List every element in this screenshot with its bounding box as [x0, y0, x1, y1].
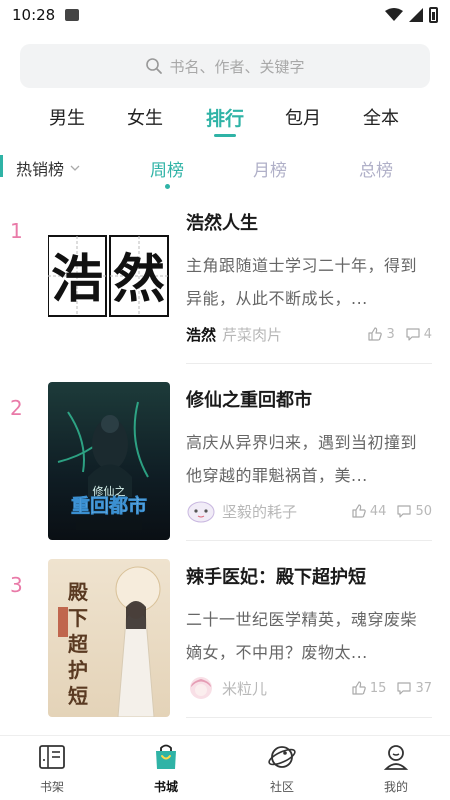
search-icon	[146, 58, 163, 74]
comment-icon	[397, 682, 412, 695]
like-count: 44	[369, 503, 387, 519]
cover-title: 重回都市	[71, 494, 147, 517]
category-tabs: 男生 女生 排行 包月 全本	[0, 96, 450, 140]
book-description: 二十一世纪医学精英，魂穿废柴嫡女，不中用？废物太...	[186, 610, 418, 662]
nav-bookshelf[interactable]: 书架	[22, 742, 82, 795]
tab-female[interactable]: 女生	[127, 104, 163, 130]
book-cover[interactable]: 殿 下 超 护 短	[48, 559, 170, 717]
book-description: 主角跟随道士学习二十年，得到异能，从此不断成长，...	[186, 256, 418, 308]
gallery-notification-icon	[65, 9, 80, 21]
chevron-down-icon	[70, 165, 80, 171]
divider	[186, 540, 432, 541]
like-stat[interactable]: 3	[367, 326, 395, 342]
tab-complete[interactable]: 全本	[363, 104, 399, 130]
author-avatar[interactable]: 浩然	[186, 322, 216, 346]
book-list-item[interactable]: 3 殿 下 超 护 短 辣手医妃：殿下超护短 二十一世纪医学精英，魂穿废柴嫡女，…	[0, 559, 450, 729]
svg-text:浩然: 浩然	[186, 326, 216, 344]
status-time: 10:28	[12, 6, 56, 24]
tab-weekly[interactable]: 周榜	[150, 156, 184, 181]
tab-monthly[interactable]: 包月	[285, 104, 321, 130]
active-tab-indicator	[214, 134, 236, 137]
thumbs-up-icon	[368, 327, 383, 341]
profile-icon	[383, 745, 409, 770]
thumbs-up-icon	[352, 681, 366, 695]
bookstore-bag-icon	[156, 744, 176, 769]
like-count: 15	[369, 680, 387, 696]
search-placeholder: 书名、作者、关键字	[169, 57, 305, 76]
tab-all-time[interactable]: 总榜	[359, 156, 393, 181]
cover-char-2: 然	[113, 250, 165, 310]
comment-count: 50	[415, 503, 432, 519]
community-planet-icon	[268, 746, 296, 768]
author-name[interactable]: 米粒儿	[222, 678, 267, 699]
book-list-item[interactable]: 2 修仙之 重回都市 修仙之重回都市 高庆从异界归来，遇到当初撞到他穿越的罪魁祸…	[0, 382, 450, 552]
tab-monthly-rank[interactable]: 月榜	[253, 156, 287, 181]
tab-ranking[interactable]: 排行	[206, 104, 244, 131]
author-avatar[interactable]	[186, 676, 216, 700]
status-icons	[385, 7, 438, 23]
thumbs-up-icon	[352, 504, 366, 518]
signal-icon	[409, 8, 423, 22]
book-rank: 3	[10, 573, 23, 597]
nav-label: 书城	[153, 780, 178, 794]
book-stats: 15 37	[351, 680, 432, 696]
nav-community[interactable]: 社区	[252, 742, 312, 795]
author-name[interactable]: 坚毅的耗子	[222, 501, 297, 522]
comment-icon	[406, 328, 420, 341]
tab-male[interactable]: 男生	[49, 104, 85, 130]
status-bar: 10:28	[0, 0, 450, 30]
nav-bookstore[interactable]: 书城	[136, 742, 196, 795]
nav-label: 我的	[383, 780, 408, 794]
nav-label: 社区	[269, 780, 294, 794]
nav-profile[interactable]: 我的	[366, 742, 426, 795]
comment-count: 37	[415, 680, 432, 696]
book-rank: 2	[10, 396, 23, 420]
divider	[186, 363, 432, 364]
wifi-icon	[385, 8, 403, 21]
cover-char-5: 短	[68, 684, 88, 708]
book-meta: 米粒儿 15 37	[186, 675, 432, 701]
book-title[interactable]: 辣手医妃：殿下超护短	[186, 563, 366, 589]
book-stats: 3 4	[367, 326, 432, 342]
divider	[186, 717, 432, 718]
book-stats: 44 50	[351, 503, 432, 519]
comment-icon	[397, 505, 412, 518]
cover-char-3: 超	[67, 632, 89, 656]
book-description: 高庆从异界归来，遇到当初撞到他穿越的罪魁祸首，美...	[186, 433, 418, 485]
cover-char-1: 浩	[51, 250, 103, 310]
book-cover[interactable]: 浩 然	[48, 231, 170, 321]
book-title[interactable]: 修仙之重回都市	[186, 386, 312, 412]
ranking-list-label: 热销榜	[16, 160, 65, 179]
book-meta: 坚毅的耗子 44 50	[186, 498, 432, 524]
book-cover-art: 浩 然	[48, 231, 170, 321]
cover-char-4: 护	[68, 658, 88, 682]
comment-stat[interactable]: 37	[396, 680, 432, 696]
book-cover-art: 殿 下 超 护 短	[48, 559, 170, 717]
author-name[interactable]: 芹菜肉片	[222, 324, 282, 345]
book-cover-art: 修仙之 重回都市	[48, 382, 170, 540]
cover-char-1: 殿	[67, 580, 89, 604]
author-avatar[interactable]	[186, 499, 216, 523]
search-bar[interactable]: 书名、作者、关键字	[20, 44, 430, 88]
like-count: 3	[386, 326, 395, 342]
book-list-item[interactable]: 1 浩 然 浩然人生 主角跟随道士学习二十年，得到异能，从此不断成长，... 浩…	[0, 205, 450, 375]
comment-stat[interactable]: 50	[396, 503, 432, 519]
ranking-list-selector[interactable]: 热销榜	[16, 156, 80, 180]
book-cover[interactable]: 修仙之 重回都市	[48, 382, 170, 540]
comment-count: 4	[423, 326, 432, 342]
cover-char-2: 下	[68, 606, 88, 630]
battery-icon	[429, 7, 438, 23]
active-subtab-dot	[165, 184, 170, 189]
comment-stat[interactable]: 4	[405, 326, 432, 342]
bookshelf-icon	[39, 745, 65, 769]
ranking-period-tabs: 热销榜 周榜 月榜 总榜	[0, 148, 450, 189]
book-rank: 1	[10, 219, 23, 243]
book-title[interactable]: 浩然人生	[186, 209, 258, 235]
like-stat[interactable]: 44	[351, 503, 387, 519]
bottom-navigation: 书架 书城 社区 我的	[0, 735, 450, 800]
nav-label: 书架	[39, 780, 64, 794]
book-meta: 浩然 芹菜肉片 3 4	[186, 321, 432, 347]
like-stat[interactable]: 15	[351, 680, 387, 696]
section-accent-bar	[0, 155, 3, 177]
